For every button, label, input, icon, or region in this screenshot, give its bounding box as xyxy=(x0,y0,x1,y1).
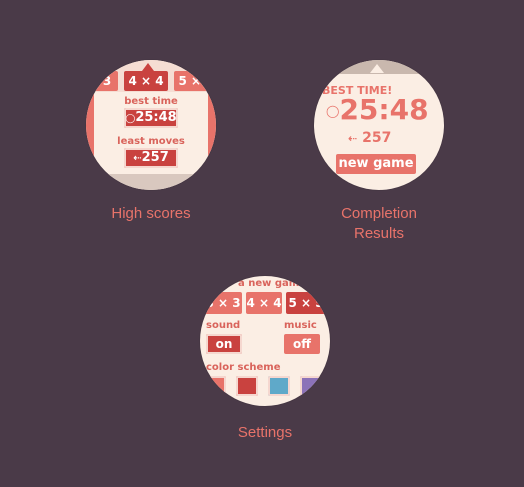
moves-arrow-icon: ⇠ xyxy=(348,132,358,145)
completion-caption-line1: Completion xyxy=(341,205,417,222)
color-swatch-2[interactable] xyxy=(236,376,258,396)
settings-preview: a new game 3 × 3 4 × 4 5 × 5 sound on mu… xyxy=(200,276,330,406)
high-scores-caption: High scores xyxy=(111,205,191,222)
completion-pointer xyxy=(370,64,384,73)
tab-3x3[interactable]: × 3 xyxy=(86,71,118,91)
best-time-label: best time xyxy=(124,96,178,107)
color-swatch-3[interactable] xyxy=(268,376,290,396)
sound-label: sound xyxy=(206,320,241,331)
sound-toggle[interactable]: on xyxy=(206,334,242,354)
size-4x4-button[interactable]: 4 × 4 xyxy=(246,292,282,314)
stopwatch-icon: ◯ xyxy=(125,114,136,124)
settings-header: a new game xyxy=(238,278,306,289)
completion-moves-value: 257 xyxy=(362,130,392,146)
least-moves-value: 257 xyxy=(141,150,169,165)
completion-caption-line2: Results xyxy=(353,225,405,242)
panel-frame-bottom xyxy=(86,174,216,190)
moves-arrow-icon: ⇠ xyxy=(133,153,142,164)
settings-caption: Settings xyxy=(237,424,293,441)
music-toggle[interactable]: off xyxy=(284,334,320,354)
completion-caption: Completion Results xyxy=(324,204,434,244)
tab-5x5[interactable]: 5 × 5 xyxy=(174,71,216,91)
least-moves-label: least moves xyxy=(117,136,185,147)
new-game-button[interactable]: new game xyxy=(336,154,416,174)
best-time-value: 25:48 xyxy=(135,110,177,125)
music-label: music xyxy=(284,320,317,331)
color-swatch-4[interactable] xyxy=(300,376,322,396)
completion-moves: ⇠ 257 xyxy=(348,130,391,146)
high-scores-preview: × 3 4 × 4 5 × 5 best time ◯25:48 least m… xyxy=(86,60,216,190)
completion-time: ◯25:48 xyxy=(326,94,429,127)
least-moves-value-box: ⇠257 xyxy=(124,148,178,168)
completion-preview: BEST TIME! ◯25:48 ⇠ 257 new game xyxy=(314,60,444,190)
tab-4x4[interactable]: 4 × 4 xyxy=(124,71,168,91)
active-tab-pointer xyxy=(142,63,154,71)
color-scheme-label: color scheme xyxy=(206,362,281,373)
size-3x3-button[interactable]: 3 × 3 xyxy=(204,292,242,314)
stopwatch-icon: ◯ xyxy=(326,104,340,118)
best-time-value-box: ◯25:48 xyxy=(124,108,178,128)
color-swatch-1[interactable] xyxy=(204,376,226,396)
size-5x5-button[interactable]: 5 × 5 xyxy=(286,292,326,314)
completion-time-value: 25:48 xyxy=(339,93,429,126)
